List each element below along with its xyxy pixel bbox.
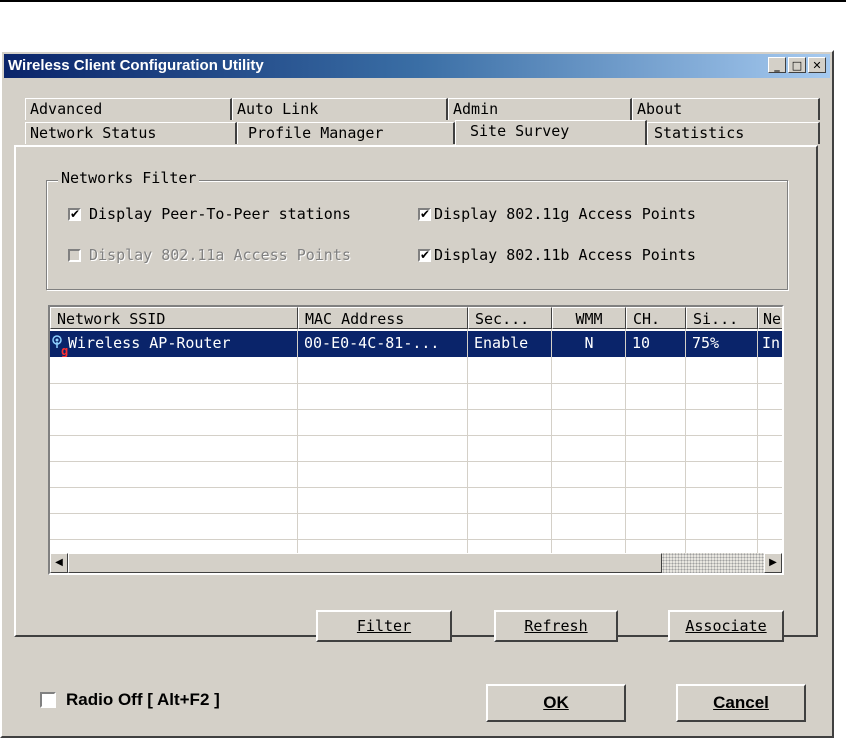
ssid-text: Wireless AP-Router	[68, 334, 231, 352]
grid-divider	[551, 329, 552, 555]
grid-row-line	[50, 487, 782, 488]
window-controls: _ □ ✕	[768, 57, 826, 73]
tab-profile-manager[interactable]: Profile Manager	[237, 122, 455, 144]
cell-ssid: g Wireless AP-Router	[50, 331, 298, 357]
checkbox-radio-off[interactable]	[40, 692, 56, 708]
checkbox-802-11g[interactable]: ✔	[418, 207, 431, 221]
tab-label: Advanced	[30, 100, 103, 118]
tab-label: Profile Manager	[248, 124, 384, 142]
col-header-mac[interactable]: MAC Address	[298, 307, 468, 329]
tab-label: Statistics	[654, 124, 745, 142]
tab-auto-link[interactable]: Auto Link	[232, 98, 448, 120]
filter-option-label: Display 802.11b Access Points	[434, 246, 696, 264]
minimize-icon[interactable]: _	[768, 57, 786, 73]
grid-row-line	[50, 435, 782, 436]
grid-divider	[685, 329, 686, 555]
tab-label: Auto Link	[237, 100, 319, 118]
cell-signal: 75%	[692, 334, 720, 352]
scroll-track[interactable]	[662, 553, 764, 573]
tab-advanced[interactable]: Advanced	[25, 98, 232, 120]
filter-option-label: Display Peer-To-Peer stations	[89, 205, 351, 223]
cell-security: Enable	[474, 334, 529, 352]
grid-row-line	[50, 409, 782, 410]
col-header-signal[interactable]: Si...	[686, 307, 758, 329]
networks-filter-group	[46, 180, 788, 290]
col-header-wmm[interactable]: WMM	[552, 307, 626, 329]
filter-802-11g[interactable]: ✔ Display 802.11g Access Points	[418, 205, 696, 223]
wireless-ap-icon: g	[52, 334, 68, 357]
window-title: Wireless Client Configuration Utility	[8, 57, 264, 74]
cell-channel: 10	[632, 334, 651, 352]
maximize-icon[interactable]: □	[788, 57, 806, 73]
filter-button[interactable]: Filter	[316, 610, 452, 642]
refresh-button-label: Refresh	[524, 617, 588, 635]
grid-row-line	[50, 539, 782, 540]
networks-filter-label: Networks Filter	[58, 169, 200, 187]
tab-about[interactable]: About	[632, 98, 820, 120]
site-survey-table[interactable]: Network SSID MAC Address Sec... WMM CH. …	[48, 305, 784, 575]
checkbox-802-11a	[68, 248, 81, 262]
grid-divider	[467, 329, 468, 555]
refresh-button[interactable]: Refresh	[494, 610, 618, 642]
grid-row-line	[50, 461, 782, 462]
scroll-left-icon[interactable]: ◀	[50, 553, 68, 573]
ok-button[interactable]: OK	[486, 684, 626, 722]
grid-divider	[297, 329, 298, 555]
col-header-network-type[interactable]: Ne	[758, 307, 782, 329]
radio-off-label: Radio Off [ Alt+F2 ]	[66, 690, 220, 709]
col-header-ssid[interactable]: Network SSID	[50, 307, 298, 329]
associate-button[interactable]: Associate	[668, 610, 784, 642]
grid-divider	[625, 329, 626, 555]
filter-option-label: Display 802.11g Access Points	[434, 205, 696, 223]
tab-statistics[interactable]: Statistics	[647, 122, 820, 144]
tab-label: Site Survey	[470, 122, 570, 140]
ap-type-letter: g	[61, 343, 69, 358]
cancel-button[interactable]: Cancel	[676, 684, 806, 722]
filter-peer-to-peer[interactable]: ✔ Display Peer-To-Peer stations	[68, 205, 351, 223]
ok-button-label: OK	[543, 693, 569, 712]
tab-label: Admin	[453, 100, 499, 118]
grid-row-line	[50, 383, 782, 384]
tab-label: About	[637, 100, 683, 118]
grid-divider	[757, 329, 758, 555]
horizontal-scrollbar[interactable]: ◀ ▶	[50, 553, 782, 573]
checkbox-802-11b[interactable]: ✔	[418, 248, 431, 262]
filter-option-label: Display 802.11a Access Points	[89, 246, 351, 264]
cell-mac: 00-E0-4C-81-...	[304, 334, 440, 352]
cell-network-type: In	[762, 334, 781, 352]
tab-label: Network Status	[30, 124, 157, 142]
cell-wmm: N	[584, 334, 594, 352]
top-border-line	[0, 0, 846, 2]
filter-button-label: Filter	[356, 617, 412, 635]
col-header-channel[interactable]: CH.	[626, 307, 686, 329]
checkbox-peer-to-peer[interactable]: ✔	[68, 207, 81, 221]
associate-button-label: Associate	[685, 617, 767, 635]
cancel-button-label: Cancel	[713, 693, 769, 712]
filter-802-11a: Display 802.11a Access Points	[68, 246, 351, 264]
scroll-thumb[interactable]	[68, 553, 662, 573]
tab-admin[interactable]: Admin	[448, 98, 632, 120]
grid-row-line	[50, 513, 782, 514]
title-bar[interactable]: Wireless Client Configuration Utility _ …	[4, 54, 830, 78]
tab-network-status[interactable]: Network Status	[25, 122, 237, 144]
close-icon[interactable]: ✕	[808, 57, 826, 73]
table-row[interactable]: g Wireless AP-Router 00-E0-4C-81-... Ena…	[50, 331, 782, 357]
scroll-right-icon[interactable]: ▶	[764, 553, 782, 573]
filter-802-11b[interactable]: ✔ Display 802.11b Access Points	[418, 246, 696, 264]
radio-off-toggle[interactable]: Radio Off [ Alt+F2 ]	[40, 690, 220, 710]
tab-site-survey[interactable]: Site Survey	[455, 120, 647, 146]
col-header-security[interactable]: Sec...	[468, 307, 552, 329]
